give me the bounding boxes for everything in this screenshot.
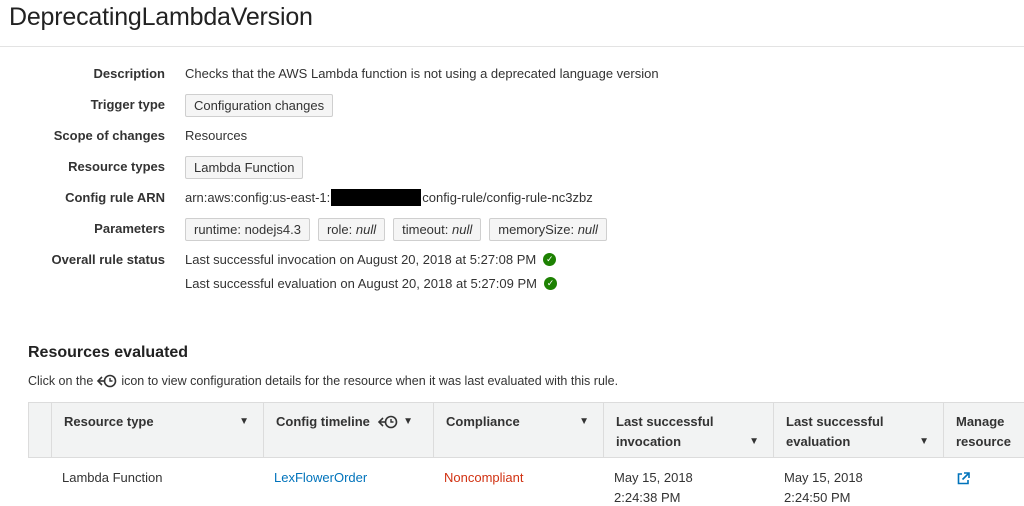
- column-label-line1: Last successful: [786, 414, 884, 429]
- column-label-line1: Manage: [956, 414, 1005, 429]
- evaluation-time: 2:24:50 PM: [784, 490, 851, 505]
- parameter-key: timeout:: [402, 222, 452, 237]
- parameter-value: nodejs4.3: [244, 222, 301, 237]
- clock-history-icon: [96, 374, 118, 388]
- trigger-type-chip: Configuration changes: [185, 94, 334, 117]
- cell-last-invocation: May 15, 2018 2:24:38 PM: [614, 468, 693, 506]
- redacted-account-id: [331, 189, 422, 206]
- select-column-header: [28, 403, 51, 457]
- compliance-status: Noncompliant: [444, 470, 524, 485]
- table-header: Resource type ▼ Config timeline ▼ Compli…: [28, 402, 1024, 458]
- arn-value: arn:aws:config:us-east-1: config-rule/con…: [185, 189, 593, 206]
- column-label: Resource type: [64, 414, 154, 429]
- arn-suffix: config-rule/config-rule-nc3zbz: [422, 190, 593, 205]
- scope-label: Scope of changes: [53, 128, 165, 143]
- column-label: Compliance: [446, 414, 520, 429]
- column-resource-type[interactable]: Resource type ▼: [51, 403, 263, 457]
- cell-last-evaluation: May 15, 2018 2:24:50 PM: [784, 468, 863, 506]
- caret-down-icon[interactable]: ▼: [919, 432, 929, 452]
- column-manage-resource: Manage resource: [943, 403, 1024, 457]
- table-row: Lambda Function LexFlowerOrder Noncompli…: [28, 458, 1024, 506]
- scope-value: Resources: [185, 128, 248, 143]
- hint-text-end: icon to view configuration details for t…: [121, 374, 619, 388]
- manage-resource-link[interactable]: [957, 471, 970, 491]
- arn-label: Config rule ARN: [65, 190, 165, 205]
- status-label: Overall rule status: [51, 252, 165, 267]
- description-label: Description: [93, 66, 165, 81]
- check-circle-icon: ✓: [543, 253, 557, 266]
- resource-types-value: Lambda Function: [185, 156, 311, 179]
- column-label-line2: resource: [956, 434, 1011, 449]
- parameter-value: null: [577, 222, 598, 237]
- invocation-time: 2:24:38 PM: [614, 490, 681, 505]
- resources-hint: Click on the icon to view configuration …: [28, 374, 618, 388]
- status-evaluation: Last successful evaluation on August 20,…: [185, 276, 557, 291]
- parameter-chip: memorySize: null: [489, 218, 607, 241]
- page-title: DeprecatingLambdaVersion: [9, 3, 313, 31]
- external-link-icon[interactable]: [957, 472, 970, 485]
- status-evaluation-text: Last successful evaluation on August 20,…: [185, 276, 537, 291]
- trigger-type-label: Trigger type: [90, 97, 165, 112]
- caret-down-icon[interactable]: ▼: [403, 412, 413, 432]
- evaluation-date: May 15, 2018: [784, 470, 863, 485]
- parameter-key: runtime:: [194, 222, 245, 237]
- column-last-evaluation[interactable]: Last successful evaluation ▼: [773, 403, 943, 457]
- resources-section-title: Resources evaluated: [28, 344, 189, 361]
- title-divider: [0, 46, 1024, 47]
- column-config-timeline[interactable]: Config timeline ▼: [263, 403, 433, 457]
- trigger-type-value: Configuration changes: [185, 94, 341, 117]
- config-timeline-link[interactable]: LexFlowerOrder: [274, 468, 367, 488]
- status-invocation-text: Last successful invocation on August 20,…: [185, 252, 537, 267]
- parameter-key: memorySize:: [498, 222, 578, 237]
- caret-down-icon[interactable]: ▼: [749, 432, 759, 452]
- column-compliance[interactable]: Compliance ▼: [433, 403, 603, 457]
- cell-resource-type: Lambda Function: [62, 470, 163, 485]
- parameter-chip: timeout: null: [393, 218, 482, 241]
- parameter-key: role:: [326, 222, 356, 237]
- arn-prefix: arn:aws:config:us-east-1:: [185, 190, 331, 205]
- caret-down-icon[interactable]: ▼: [239, 412, 249, 432]
- hint-text-start: Click on the: [28, 374, 94, 388]
- parameter-value: null: [451, 222, 473, 237]
- parameter-chip: runtime: nodejs4.3: [185, 218, 310, 241]
- column-label-line1: Last successful: [616, 414, 714, 429]
- resource-type-chip: Lambda Function: [185, 156, 304, 179]
- clock-history-icon: [377, 415, 398, 429]
- resources-table: Resource type ▼ Config timeline ▼ Compli…: [28, 402, 1024, 506]
- parameter-value: null: [355, 222, 377, 237]
- parameters-value: runtime: nodejs4.3 role: null timeout: n…: [185, 218, 615, 241]
- column-last-invocation[interactable]: Last successful invocation ▼: [603, 403, 773, 457]
- parameter-chip: role: null: [317, 218, 386, 241]
- status-invocation: Last successful invocation on August 20,…: [185, 252, 557, 267]
- resource-types-label: Resource types: [68, 159, 165, 174]
- parameters-label: Parameters: [94, 221, 165, 236]
- caret-down-icon[interactable]: ▼: [579, 412, 589, 432]
- invocation-date: May 15, 2018: [614, 470, 693, 485]
- check-circle-icon: ✓: [543, 277, 557, 290]
- column-label: Config timeline: [276, 414, 370, 429]
- description-value: Checks that the AWS Lambda function is n…: [185, 66, 659, 81]
